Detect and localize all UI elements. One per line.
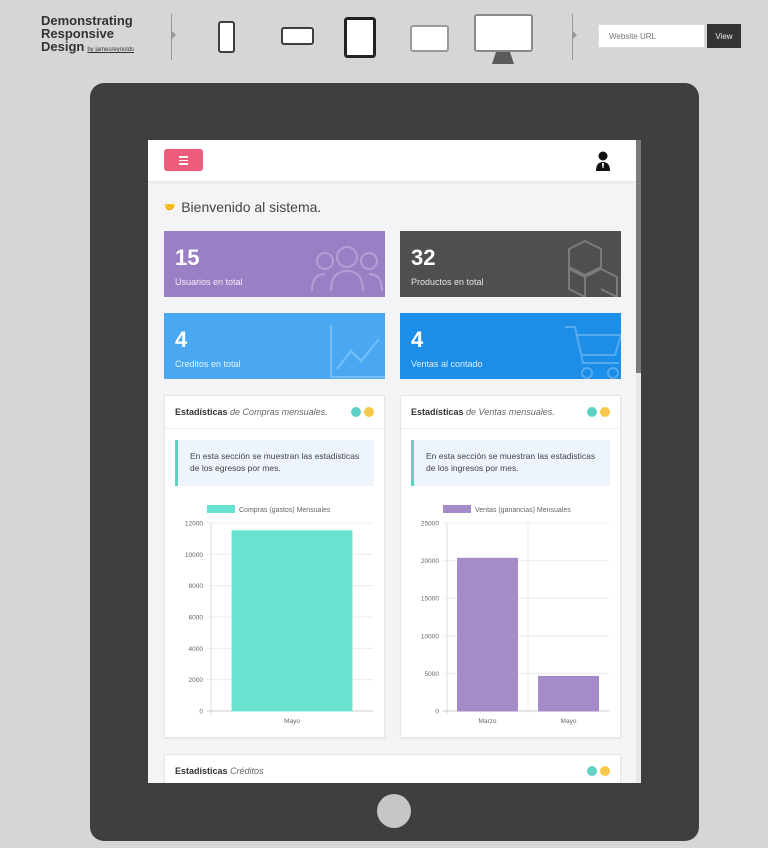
users-icon: [311, 246, 383, 292]
tablet-landscape-icon[interactable]: [410, 25, 449, 52]
phone-landscape-icon[interactable]: [281, 27, 314, 45]
brand-title: Demonstrating Responsive Design by jamesr…: [41, 14, 134, 57]
welcome-text: Bienvenido al sistema.: [181, 199, 322, 215]
card-title-italic: Créditos: [230, 766, 264, 776]
stat-label: Usuarios en total: [175, 277, 243, 287]
app-navbar: [148, 140, 636, 181]
sales-bar-chart: Ventas (ganancias) Mensuales 0 5000 10000 15…: [421, 505, 609, 725]
phone-portrait-icon[interactable]: [218, 21, 235, 53]
stat-value: 15: [175, 245, 200, 270]
stat-label: Creditos en total: [175, 359, 241, 369]
card-title: Estadísticas Créditos: [175, 766, 264, 776]
card-title-bold: Estadísticas: [175, 766, 228, 776]
scrollbar-thumb[interactable]: [636, 140, 641, 373]
tablet-frame: 🤝 Bienvenido al sistema. 15 Usuarios en …: [90, 83, 699, 841]
view-button[interactable]: View: [707, 24, 741, 48]
website-url-input[interactable]: [598, 24, 705, 48]
bar: [538, 675, 599, 712]
boxes-icon: [568, 239, 618, 297]
legend-swatch: [443, 505, 471, 513]
desktop-icon[interactable]: [474, 14, 534, 66]
y-tick-label: 0: [435, 709, 439, 716]
stat-value: 4: [411, 327, 424, 352]
y-tick-label: 0: [199, 709, 203, 716]
close-dot-icon[interactable]: [600, 766, 610, 776]
y-tick-label: 15000: [421, 596, 439, 603]
scrollbar[interactable]: [636, 140, 641, 783]
chart-line-icon: [330, 325, 385, 378]
app-screen: 🤝 Bienvenido al sistema. 15 Usuarios en …: [148, 140, 641, 783]
collapse-dot-icon[interactable]: [587, 766, 597, 776]
separator: [171, 14, 176, 60]
y-tick-label: 25000: [421, 521, 439, 528]
legend-label: Ventas (ganancias) Mensuales: [475, 507, 571, 514]
welcome-heading: 🤝 Bienvenido al sistema.: [164, 199, 321, 215]
brand-line-3: Design: [41, 39, 85, 54]
y-tick-label: 8000: [189, 583, 204, 590]
author-link[interactable]: by jamesreynolds: [87, 47, 134, 53]
stat-card-credits[interactable]: 4 Creditos en total: [164, 313, 385, 379]
legend-swatch: [207, 505, 235, 513]
x-tick-label: Mayo: [561, 718, 577, 725]
handshake-icon: 🤝: [164, 201, 176, 212]
y-tick-label: 4000: [189, 646, 204, 653]
stat-card-sales[interactable]: 4 Ventas al contado: [400, 313, 621, 379]
stat-label: Ventas al contado: [411, 359, 483, 369]
stat-value: 32: [411, 245, 436, 270]
bar: [457, 557, 518, 712]
purchases-bar-chart: Compras (gastos) Mensuales 0 2000 4000 6000 8…: [185, 505, 373, 725]
stat-card-products[interactable]: 32 Productos en total: [400, 231, 621, 297]
stat-value: 4: [175, 327, 188, 352]
menu-toggle-button[interactable]: [164, 149, 203, 171]
y-tick-label: 5000: [425, 671, 440, 678]
credits-stats-card: Estadísticas Créditos: [164, 754, 621, 783]
y-tick-label: 2000: [189, 677, 204, 684]
y-tick-label: 12000: [185, 521, 203, 528]
separator: [572, 14, 577, 60]
x-tick-label: Mayo: [284, 718, 300, 725]
y-tick-label: 6000: [189, 615, 204, 622]
stat-label: Productos en total: [411, 277, 484, 287]
y-tick-label: 20000: [421, 558, 439, 565]
stat-card-users[interactable]: 15 Usuarios en total: [164, 231, 385, 297]
home-button[interactable]: [377, 794, 411, 828]
tablet-portrait-icon[interactable]: [344, 17, 376, 58]
cart-icon: [565, 326, 621, 379]
legend-label: Compras (gastos) Mensuales: [239, 507, 331, 514]
purchases-stats-card: Estadísticas de Compras mensuales. En es…: [164, 395, 385, 738]
x-tick-label: Marzo: [478, 718, 496, 725]
card-controls: [587, 766, 610, 776]
user-avatar-icon[interactable]: [595, 151, 611, 172]
demo-toolbar: Demonstrating Responsive Design by jamesr…: [0, 0, 768, 70]
card-header: Estadísticas Créditos: [165, 755, 620, 783]
sales-stats-card: Estadísticas de Ventas mensuales. En est…: [400, 395, 621, 738]
y-tick-label: 10000: [185, 552, 203, 559]
y-tick-label: 10000: [421, 633, 439, 640]
bar: [231, 530, 353, 712]
